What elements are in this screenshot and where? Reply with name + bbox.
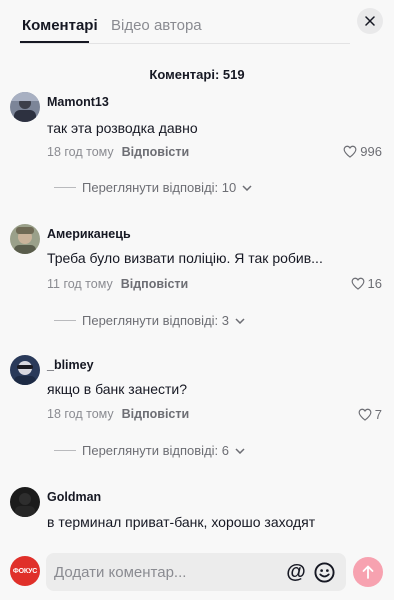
- divider-line: [54, 320, 76, 321]
- like-count: 996: [360, 144, 382, 159]
- comment-time: 11 год тому: [47, 277, 113, 291]
- comment-count: Коментарі: 519: [149, 67, 245, 82]
- divider-line: [54, 187, 76, 188]
- comment-username[interactable]: Американець: [47, 227, 131, 241]
- view-replies-label: Переглянути відповіді: 6: [82, 443, 229, 458]
- comment-username[interactable]: Mamont13: [47, 95, 109, 109]
- like-button[interactable]: 996: [343, 144, 382, 159]
- comment-input[interactable]: [54, 553, 264, 591]
- like-count: 7: [374, 407, 382, 422]
- avatar[interactable]: [10, 487, 40, 517]
- tab-comments[interactable]: Коментарі: [22, 16, 98, 36]
- tabs-header: Коментарі Відео автора: [0, 0, 394, 44]
- reply-button[interactable]: Відповісти: [121, 277, 189, 291]
- like-button[interactable]: 16: [351, 276, 382, 291]
- tabs-divider: [20, 43, 350, 44]
- comment-time: 18 год тому: [47, 407, 114, 421]
- send-button[interactable]: [353, 557, 383, 587]
- heart-icon: [343, 145, 357, 158]
- comment-text: так эта розводка давно: [47, 120, 198, 136]
- emoji-button[interactable]: [312, 560, 336, 584]
- user-avatar[interactable]: ФОКУС: [10, 556, 40, 586]
- at-icon: @: [286, 560, 306, 583]
- reply-button[interactable]: Відповісти: [122, 145, 190, 159]
- emoji-icon: [313, 561, 335, 583]
- view-replies-button[interactable]: Переглянути відповіді: 6: [54, 443, 245, 458]
- comment-input-container[interactable]: @: [46, 553, 346, 591]
- mention-button[interactable]: @: [284, 560, 308, 584]
- avatar[interactable]: [10, 355, 40, 385]
- comment-time: 18 год тому: [47, 145, 114, 159]
- heart-icon: [358, 408, 372, 421]
- tab-author-videos[interactable]: Відео автора: [111, 16, 202, 36]
- chevron-down-icon: [235, 447, 245, 454]
- like-button[interactable]: 7: [358, 407, 382, 422]
- chevron-down-icon: [235, 317, 245, 324]
- chevron-down-icon: [242, 184, 252, 191]
- divider-line: [54, 450, 76, 451]
- avatar[interactable]: [10, 92, 40, 122]
- comment-username[interactable]: _blimey: [47, 358, 94, 372]
- comment-text: в терминал приват-банк, хорошо заходят: [47, 514, 316, 530]
- comment-meta: 18 год тому Відповісти: [47, 145, 189, 159]
- arrow-up-icon: [362, 565, 374, 579]
- close-button[interactable]: [357, 8, 383, 34]
- view-replies-button[interactable]: Переглянути відповіді: 3: [54, 313, 245, 328]
- comment-text: якщо в банк занести?: [47, 381, 188, 397]
- view-replies-button[interactable]: Переглянути відповіді: 10: [54, 180, 252, 195]
- heart-icon: [351, 277, 364, 290]
- comment-meta: 18 год тому Відповісти: [47, 407, 189, 421]
- like-count: 16: [367, 276, 382, 291]
- comment-meta: 11 год тому Відповісти: [47, 277, 188, 291]
- comment-username[interactable]: Goldman: [47, 490, 101, 504]
- view-replies-label: Переглянути відповіді: 3: [82, 313, 229, 328]
- close-icon: [365, 16, 375, 26]
- avatar[interactable]: [10, 224, 40, 254]
- view-replies-label: Переглянути відповіді: 10: [82, 180, 237, 195]
- comment-input-bar: ФОКУС @: [0, 552, 394, 592]
- reply-button[interactable]: Відповісти: [122, 407, 190, 421]
- comment-text: Треба було визвати поліцію. Я так робив.…: [47, 250, 323, 266]
